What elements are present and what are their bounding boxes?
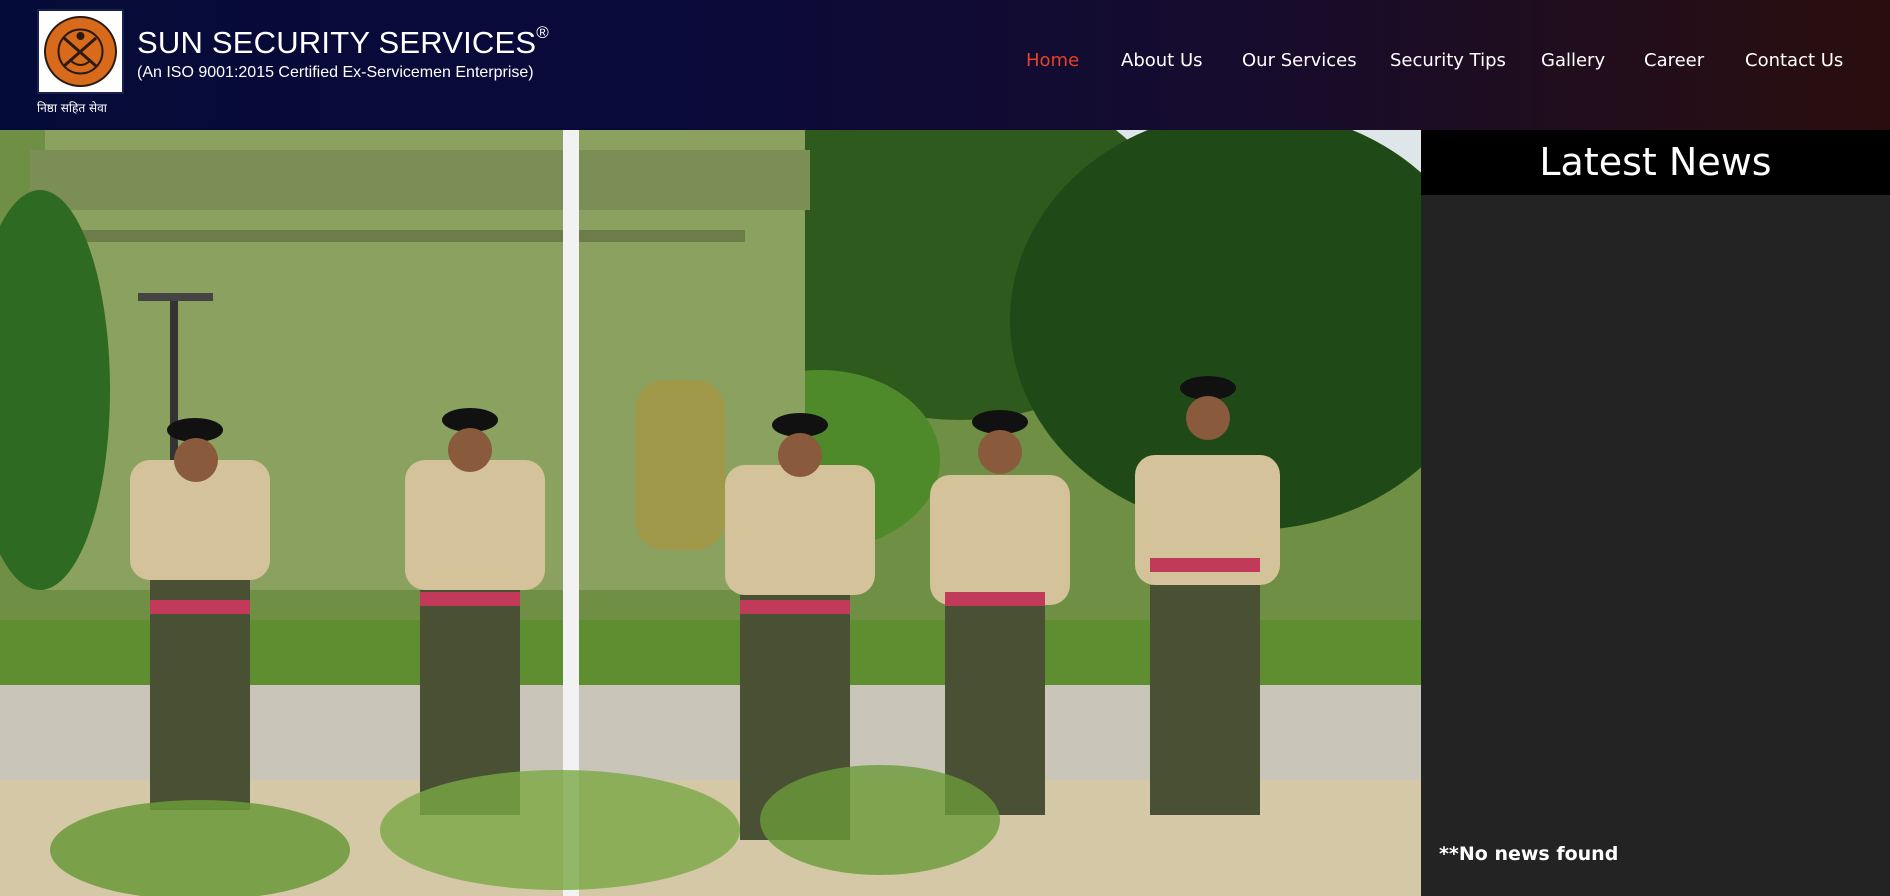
nav-link-career[interactable]: Career: [1644, 50, 1704, 71]
nav-link-gallery[interactable]: Gallery: [1541, 50, 1605, 71]
news-header: Latest News: [1421, 130, 1890, 195]
logo-tagline: निष्ठा सहित सेवा: [37, 101, 107, 115]
nav-link-home[interactable]: Home: [1026, 50, 1079, 71]
nav-link-security-tips[interactable]: Security Tips: [1390, 50, 1506, 71]
site-header: निष्ठा सहित सेवा SUN SECURITY SERVICES® …: [0, 0, 1890, 130]
news-empty-message: **No news found: [1439, 843, 1619, 865]
news-title: Latest News: [1539, 140, 1772, 184]
nav-link-contact[interactable]: Contact Us: [1745, 50, 1843, 71]
main-navigation: Home About Us Our Services Security Tips…: [0, 50, 1890, 74]
guards-photo: [0, 130, 1421, 896]
registered-mark: ®: [536, 22, 550, 42]
nav-link-about[interactable]: About Us: [1121, 50, 1203, 71]
nav-link-services[interactable]: Our Services: [1242, 50, 1357, 71]
latest-news-panel: Latest News **No news found: [1421, 130, 1890, 896]
hero-image: [0, 130, 1421, 896]
